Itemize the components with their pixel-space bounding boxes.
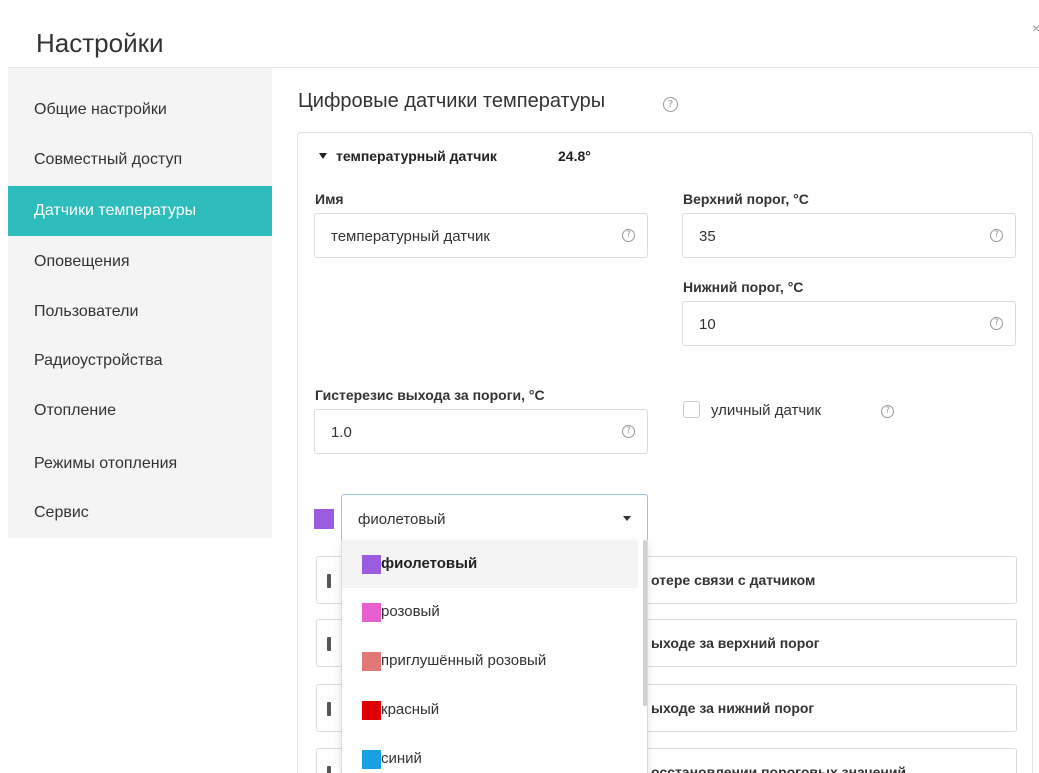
lower-threshold-value: 10 (699, 316, 716, 333)
color-option-blue[interactable]: синий (342, 735, 638, 773)
toggle-switch[interactable] (327, 637, 331, 651)
sidebar-item-radio-devices[interactable]: Радиоустройства (8, 336, 272, 386)
sensor-name-header: температурный датчик (336, 148, 497, 164)
settings-dialog: Настройки × Общие настройки Совместный д… (0, 0, 1039, 773)
dialog-title: Настройки (36, 28, 164, 58)
page-title: Цифровые датчики температуры (298, 90, 606, 112)
color-option-label: красный (381, 701, 440, 718)
name-field[interactable]: температурный датчик ? (314, 213, 648, 258)
color-option-red[interactable]: красный (342, 686, 638, 734)
color-option-violet[interactable]: фиолетовый (342, 540, 638, 588)
color-option-label: приглушённый розовый (381, 652, 547, 669)
notification-label: осстановлении пороговых значений (651, 764, 907, 773)
color-select-value: фиолетовый (358, 511, 446, 528)
color-swatch (362, 750, 381, 769)
name-label: Имя (315, 191, 344, 207)
selected-color-swatch (314, 509, 334, 529)
notification-label: отере связи с датчиком (651, 572, 816, 588)
outdoor-sensor-checkbox[interactable] (683, 401, 700, 418)
sidebar-item-general[interactable]: Общие настройки (8, 85, 272, 135)
sidebar-item-heating-modes[interactable]: Режимы отопления (8, 439, 272, 489)
color-swatch (362, 603, 381, 622)
toggle-switch[interactable] (327, 574, 331, 588)
sidebar-item-notifications[interactable]: Оповещения (8, 237, 272, 287)
hysteresis-label: Гистерезис выхода за пороги, °C (315, 387, 545, 403)
sidebar: Общие настройки Совместный доступ Датчик… (8, 68, 272, 538)
sidebar-item-temperature-sensors[interactable]: Датчики температуры (8, 186, 272, 236)
color-option-label: фиолетовый (381, 555, 478, 572)
upper-threshold-field[interactable]: 35 ? (682, 213, 1016, 258)
color-option-pink[interactable]: розовый (342, 588, 638, 636)
hysteresis-field[interactable]: 1.0 ? (314, 409, 648, 454)
dropdown-scrollbar[interactable] (643, 540, 647, 706)
sidebar-item-sharing[interactable]: Совместный доступ (8, 135, 272, 185)
toggle-switch[interactable] (327, 702, 331, 716)
color-select[interactable]: фиолетовый (341, 494, 648, 541)
upper-threshold-value: 35 (699, 228, 716, 245)
help-icon[interactable]: ? (622, 425, 635, 438)
chevron-down-icon (623, 516, 631, 521)
color-dropdown-list: фиолетовый розовый приглушённый розовый … (341, 540, 648, 773)
help-icon[interactable]: ? (663, 97, 678, 112)
color-option-label: розовый (381, 603, 440, 620)
close-icon[interactable]: × (1032, 20, 1039, 36)
color-swatch (362, 652, 381, 671)
sidebar-item-users[interactable]: Пользователи (8, 287, 272, 337)
lower-threshold-field[interactable]: 10 ? (682, 301, 1016, 346)
help-icon[interactable]: ? (622, 229, 635, 242)
sidebar-item-service[interactable]: Сервис (8, 488, 272, 538)
lower-threshold-label: Нижний порог, °C (683, 279, 804, 295)
notification-label: ыходе за нижний порог (651, 700, 815, 716)
sidebar-item-heating[interactable]: Отопление (8, 386, 272, 436)
triangle-down-icon (319, 153, 327, 159)
name-value: температурный датчик (331, 228, 490, 245)
color-swatch (362, 555, 381, 574)
color-option-muted-pink[interactable]: приглушённый розовый (342, 637, 638, 685)
notification-label: ыходе за верхний порог (651, 635, 820, 651)
outdoor-sensor-label: уличный датчик (711, 402, 822, 419)
help-icon[interactable]: ? (990, 229, 1003, 242)
color-option-label: синий (381, 750, 422, 767)
hysteresis-value: 1.0 (331, 424, 352, 441)
upper-threshold-label: Верхний порог, °C (683, 191, 809, 207)
help-icon[interactable]: ? (990, 317, 1003, 330)
sensor-temperature: 24.8° (558, 148, 591, 164)
color-swatch (362, 701, 381, 720)
sensor-collapse-toggle[interactable]: температурный датчик (319, 148, 497, 164)
toggle-switch[interactable] (327, 766, 331, 773)
help-icon[interactable]: ? (881, 405, 894, 418)
